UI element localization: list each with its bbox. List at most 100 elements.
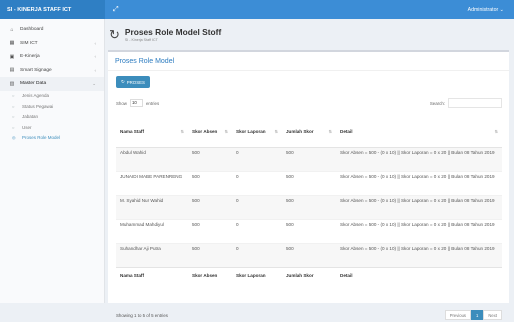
sidebar-item-master-data[interactable]: ▥ Master Data ⌄	[0, 77, 104, 91]
user-name: Administrator	[467, 6, 499, 13]
pagination: Previous 1 Next	[444, 310, 502, 320]
sidebar-subitem-label: Status Pegawai	[22, 103, 54, 109]
table-row: JUNAIDI MABE PARENRENG 500 0 500 Skor Ab…	[116, 170, 502, 195]
cell-jumlah-skor: 500	[282, 194, 336, 219]
cell-nama-staff: JUNAIDI MABE PARENRENG	[116, 170, 188, 195]
sidebar-subitem-label: Jabatan	[22, 114, 39, 120]
sidebar-item-sim-ict[interactable]: ▦ SIM ICT ‹	[0, 37, 104, 51]
entries-info: Showing 1 to 5 of 5 entries	[116, 312, 168, 318]
cell-jumlah-skor: 500	[282, 170, 336, 195]
circle-icon: ○	[12, 124, 15, 130]
cell-skor-absen: 500	[188, 170, 232, 195]
cell-jumlah-skor: 500	[282, 242, 336, 267]
entries-length-select[interactable]: 10	[129, 99, 143, 107]
table-footer: Showing 1 to 5 of 5 entries Previous 1 N…	[116, 308, 502, 322]
sidebar-subitem-proses-role-model[interactable]: ◎ Proses Role Model	[0, 133, 104, 144]
cell-detail: Skor Absen = 500 - (0 x 10) || Skor Lapo…	[336, 218, 502, 243]
sidebar-subitem-label: Proses Role Model	[22, 135, 61, 141]
sort-icon: ⇅	[494, 128, 498, 134]
chevron-down-icon: ⌄	[499, 6, 504, 13]
cell-nama-staff: Muhammad Mahdiyul	[116, 218, 188, 243]
content-box: Proses Role Model ↻ PROSES Show 10 entri…	[108, 50, 509, 320]
sort-icon: ⇅	[274, 128, 278, 134]
column-header-jumlah-skor[interactable]: Jumlah Skor ⇅	[282, 116, 336, 148]
table-icon: ▥	[9, 80, 15, 87]
proses-button-label: PROSES	[126, 79, 145, 85]
column-header-skor-laporan[interactable]: Skor Laporan ⇅	[232, 116, 282, 148]
column-header-detail[interactable]: Detail ⇅	[336, 116, 502, 148]
sidebar-item-smart-signage[interactable]: ▤ Smart Signage ‹	[0, 64, 104, 78]
cell-skor-laporan: 0	[232, 194, 282, 219]
table-row: Muhammad Mahdiyul 500 0 500 Skor Absen =…	[116, 218, 502, 243]
search-input[interactable]	[448, 98, 502, 108]
column-header-skor-absen[interactable]: Skor Absen ⇅	[188, 116, 232, 148]
user-menu[interactable]: Administrator ⌄	[468, 7, 504, 13]
chevron-left-icon: ‹	[94, 40, 97, 46]
sidebar-item-dashboard[interactable]: ⌂ Dashboard	[0, 23, 104, 37]
sidebar-subitem-jenis-agenda[interactable]: ○ Jenis Agenda	[0, 91, 104, 102]
app-brand[interactable]: SI - KINERJA STAFF ICT	[0, 0, 105, 19]
cell-detail: Skor Absen = 500 - (0 x 10) || Skor Lapo…	[336, 146, 502, 171]
cell-detail: Skor Absen = 500 - (0 x 10) || Skor Lapo…	[336, 242, 502, 267]
sort-icon: ⇅	[328, 128, 332, 134]
entries-label: entries	[145, 100, 160, 106]
page-title: Proses Role Model Stoff	[124, 26, 222, 37]
table-footer-row: Nama Staff Skor Absen Skor Laporan Jumla…	[116, 266, 502, 283]
search-label: Search:	[429, 100, 445, 106]
top-bar: SI - KINERJA STAFF ICT ⤢ Administrator ⌄	[0, 0, 514, 19]
navbar: ⤢ Administrator ⌄	[105, 0, 514, 19]
main-content: ↻ Proses Role Model Stoff SI - Kinerja S…	[106, 19, 514, 320]
table-controls: Show 10 entries Search:	[116, 97, 502, 109]
page-header: ↻ Proses Role Model Stoff SI - Kinerja S…	[106, 19, 514, 49]
breadcrumb[interactable]: SI - Kinerja Staff ICT	[125, 38, 221, 42]
sidebar: ⌂ Dashboard ▦ SIM ICT ‹ ▣ E-Kinerja ‹ ▤ …	[0, 19, 105, 303]
sidebar-item-label: SIM ICT	[20, 40, 38, 46]
show-label: Show	[116, 100, 127, 106]
search-wrap: Search:	[430, 98, 502, 108]
column-header-nama-staff[interactable]: Nama Staff ⇅	[116, 116, 188, 148]
cell-nama-staff: Suhandhar Aji Putra	[116, 242, 188, 267]
cell-detail: Skor Absen = 500 - (0 x 10) || Skor Lapo…	[336, 194, 502, 219]
cell-nama-staff: Abdul Wahid	[116, 146, 188, 171]
table-row: M. Syahid Nur Wahid 500 0 500 Skor Absen…	[116, 194, 502, 219]
monitor-icon: ▤	[9, 67, 15, 74]
sidebar-toggle-icon[interactable]: ⤢	[113, 6, 119, 13]
cell-skor-absen: 500	[188, 242, 232, 267]
cell-skor-laporan: 0	[232, 218, 282, 243]
sidebar-subitem-label: User	[22, 124, 32, 130]
sidebar-subitem-jabatan[interactable]: ○ Jabatan	[0, 112, 104, 123]
table-row: Abdul Wahid 500 0 500 Skor Absen = 500 -…	[116, 146, 502, 171]
cell-skor-laporan: 0	[232, 170, 282, 195]
sort-icon: ⇅	[224, 128, 228, 134]
cell-jumlah-skor: 500	[282, 146, 336, 171]
chevron-left-icon: ‹	[94, 54, 97, 60]
cell-skor-absen: 500	[188, 194, 232, 219]
next-button[interactable]: Next	[483, 310, 502, 320]
footer-nama-staff: Nama Staff	[116, 266, 188, 283]
cell-detail: Skor Absen = 500 - (0 x 10) || Skor Lapo…	[336, 170, 502, 195]
cell-jumlah-skor: 500	[282, 218, 336, 243]
proses-button[interactable]: ↻ PROSES	[116, 76, 150, 88]
sidebar-item-label: Smart Signage	[20, 67, 52, 73]
chevron-left-icon: ‹	[94, 67, 97, 73]
sidebar-item-label: Dashboard	[20, 27, 44, 33]
sidebar-subitem-status-pegawai[interactable]: ○ Status Pegawai	[0, 101, 104, 112]
table-header-row: Nama Staff ⇅ Skor Absen ⇅ Skor Laporan ⇅ Ju…	[116, 116, 502, 148]
home-icon: ⌂	[10, 26, 14, 33]
circle-icon: ○	[12, 93, 15, 99]
page-1-button[interactable]: 1	[471, 310, 484, 320]
cell-skor-laporan: 0	[232, 242, 282, 267]
box-title: Proses Role Model	[108, 52, 509, 71]
footer-skor-absen: Skor Absen	[188, 266, 232, 283]
sidebar-item-e-kinerja[interactable]: ▣ E-Kinerja ‹	[0, 50, 104, 64]
previous-button[interactable]: Previous	[444, 310, 472, 320]
cell-skor-laporan: 0	[232, 146, 282, 171]
sidebar-subitem-user[interactable]: ○ User	[0, 122, 104, 133]
cell-skor-absen: 500	[188, 146, 232, 171]
chevron-down-icon: ⌄	[92, 80, 96, 86]
cell-skor-absen: 500	[188, 218, 232, 243]
footer-detail: Detail	[336, 266, 502, 283]
refresh-icon: ↻	[121, 79, 125, 84]
refresh-icon: ↻	[109, 26, 120, 42]
footer-skor-laporan: Skor Laporan	[232, 266, 282, 283]
